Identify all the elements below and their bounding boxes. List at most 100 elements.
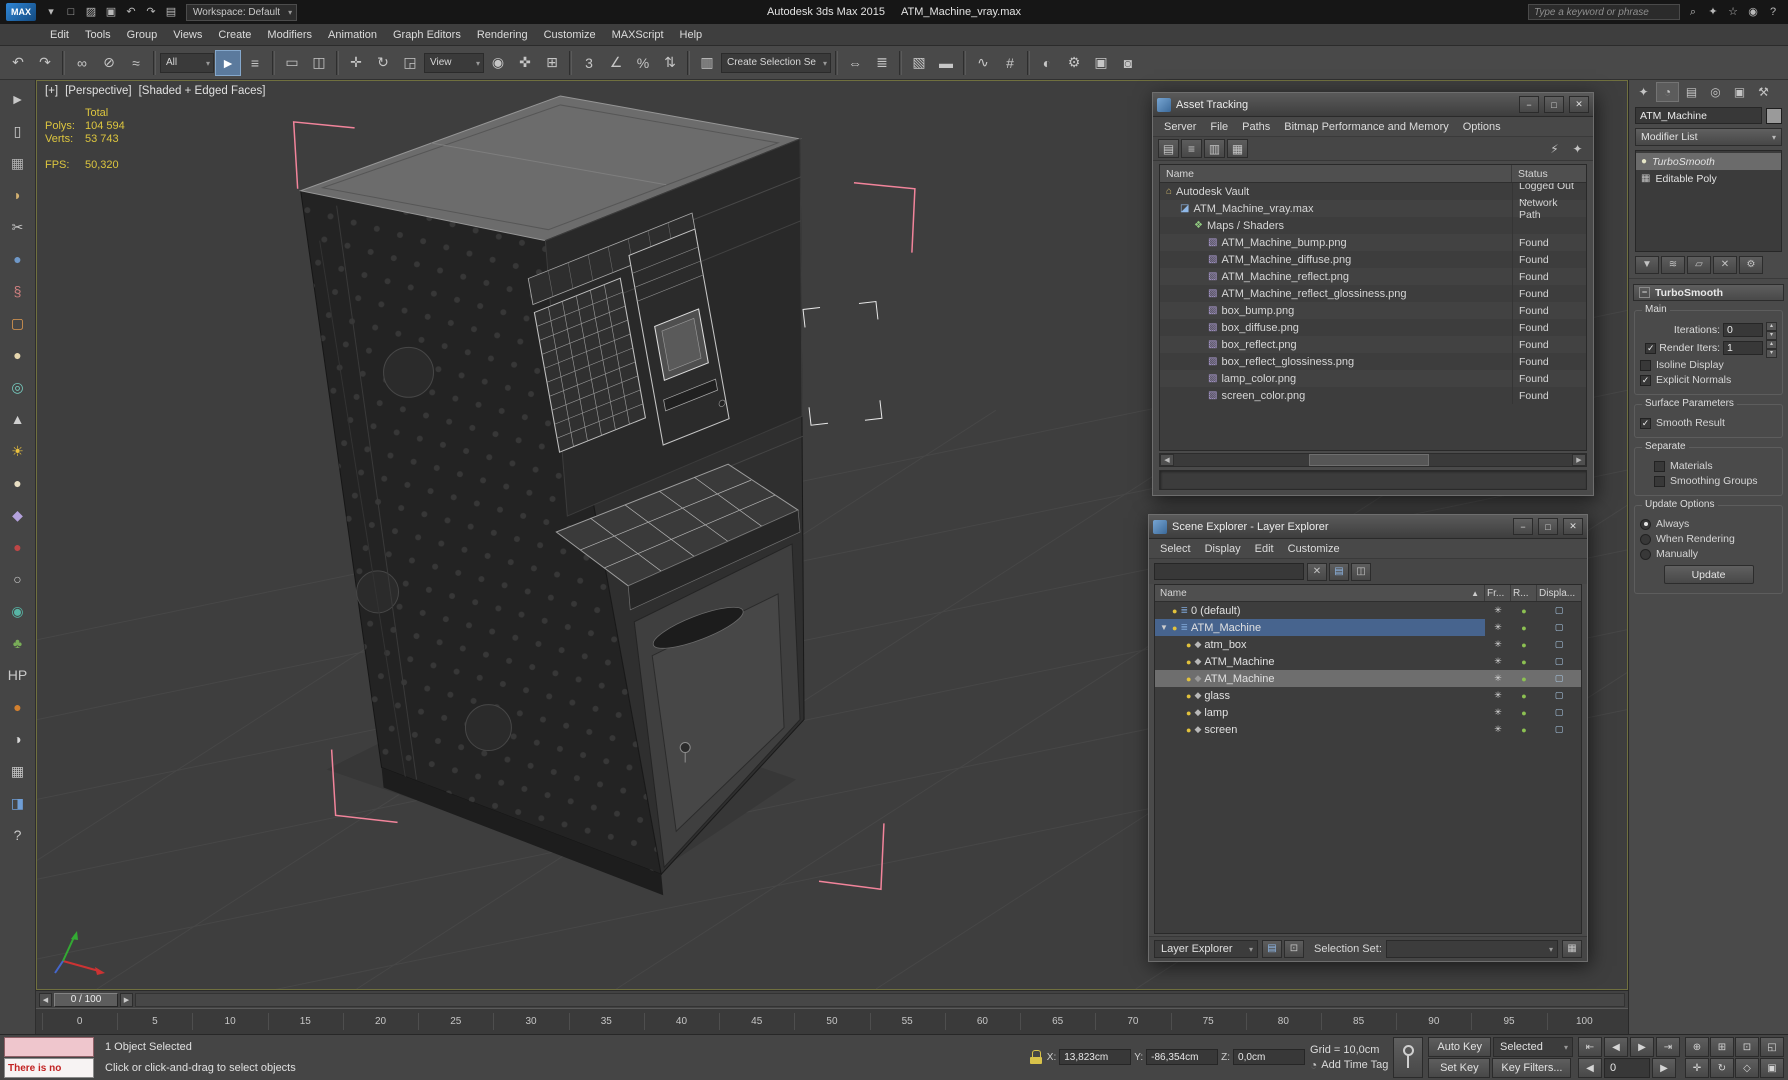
next-frame-arrow[interactable]: ▶ (120, 993, 133, 1007)
lattice-icon[interactable]: ▦ (6, 152, 30, 174)
selection-filter-dropdown[interactable]: All (160, 53, 214, 73)
maxscript-mini-listener[interactable]: There is no (4, 1058, 94, 1078)
menu-item[interactable]: Group (119, 26, 166, 44)
scene-explorer-row[interactable]: ● ◆ screen ✳ ● ▢ (1155, 721, 1581, 738)
zoom-button[interactable]: ⊕ (1685, 1037, 1709, 1057)
dough-icon[interactable]: ◗ (6, 184, 30, 206)
favorites-icon[interactable]: ☆ (1724, 3, 1742, 21)
infocenter-search-input[interactable] (1528, 4, 1680, 20)
zoom-region-button[interactable]: ◱ (1760, 1037, 1784, 1057)
menu-item[interactable]: Animation (320, 26, 385, 44)
new-scene-icon[interactable]: □ (62, 3, 80, 21)
modifier-bulb-icon[interactable]: ● (1641, 157, 1647, 167)
cherry-icon[interactable]: ● (6, 536, 30, 558)
angle-snap-toggle[interactable]: ∠ (603, 50, 629, 76)
lens-icon[interactable]: ○ (6, 568, 30, 590)
save-file-icon[interactable]: ▣ (102, 3, 120, 21)
app-menu-icon[interactable]: ▾ (42, 3, 60, 21)
minimize-button[interactable]: − (1519, 96, 1539, 113)
redo-icon[interactable]: ↷ (142, 3, 160, 21)
menu-item[interactable]: File (1203, 119, 1235, 135)
layers-icon[interactable]: ▤ (1262, 940, 1282, 958)
visibility-bulb-icon[interactable]: ● (1186, 657, 1191, 667)
select-and-link-button[interactable]: ∞ (69, 50, 95, 76)
freeze-toggle[interactable]: ✳ (1485, 673, 1511, 684)
crate-icon[interactable]: ▢ (6, 312, 30, 334)
scene-explorer-row[interactable]: ● ≣ 0 (default) ✳ ● ▢ (1155, 602, 1581, 619)
materials-checkbox[interactable] (1654, 461, 1665, 472)
schematic-view-button[interactable]: # (997, 50, 1023, 76)
scene-explorer-row[interactable]: ▼ ● ≣ ATM_Machine ✳ ● ▢ (1155, 619, 1581, 636)
select-and-manipulate-button[interactable]: ✜ (512, 50, 538, 76)
asset-row[interactable]: ▧ ATM_Machine_reflect.png Found (1160, 268, 1586, 285)
named-selection-sets-dropdown[interactable]: Create Selection Se (721, 53, 831, 73)
asset-row[interactable]: ▧ ATM_Machine_diffuse.png Found (1160, 251, 1586, 268)
asset-row[interactable]: ▧ screen_color.png Found (1160, 387, 1586, 404)
archive-icon[interactable]: ◨ (6, 792, 30, 814)
previous-frame-button[interactable]: ◀ (1604, 1037, 1628, 1057)
asset-row[interactable]: ▧ box_diffuse.png Found (1160, 319, 1586, 336)
renderable-toggle[interactable]: ● (1511, 708, 1537, 718)
max-logo[interactable]: MAX (6, 3, 36, 21)
menu-item[interactable]: Display (1198, 541, 1248, 557)
community-icon[interactable]: ✦ (1704, 3, 1722, 21)
z-coordinate-field[interactable]: 0,0cm (1233, 1049, 1305, 1065)
time-slider-track[interactable] (135, 993, 1625, 1007)
viewport-pov-menu[interactable]: [Perspective] (65, 85, 131, 97)
bind-to-space-warp-button[interactable]: ≈ (123, 50, 149, 76)
stack-row-turbosmooth[interactable]: ● TurboSmooth (1636, 153, 1781, 170)
object-name-field[interactable]: ATM_Machine (1635, 107, 1762, 124)
smooth-result-checkbox[interactable] (1640, 418, 1651, 429)
select-and-scale-button[interactable]: ◲ (397, 50, 423, 76)
modify-tab[interactable]: ◔ (1656, 82, 1679, 102)
minimize-button[interactable]: − (1513, 518, 1533, 535)
earth-icon[interactable]: ● (6, 248, 30, 270)
turbosmooth-rollout-header[interactable]: − TurboSmooth (1633, 284, 1784, 301)
renderable-toggle[interactable]: ● (1511, 640, 1537, 650)
modifier-bulb-icon[interactable]: ▦ (1641, 174, 1650, 184)
swirl-icon[interactable]: ◉ (6, 600, 30, 622)
menu-item[interactable]: Customize (1281, 541, 1347, 557)
sign-in-icon[interactable]: ◉ (1744, 3, 1762, 21)
frozen-column-header[interactable]: Fr... (1485, 585, 1511, 601)
highlight-edits-icon[interactable]: ⚡ (1544, 139, 1565, 158)
zoom-all-button[interactable]: ⊞ (1710, 1037, 1734, 1057)
go-to-start-button[interactable]: ⇤ (1578, 1037, 1602, 1057)
isoline-display-checkbox[interactable] (1640, 360, 1651, 371)
render-iters-field[interactable]: 1 (1723, 341, 1763, 355)
capsule-icon[interactable]: ● (6, 344, 30, 366)
display-toggle[interactable]: ▢ (1537, 690, 1581, 701)
rendered-frame-window-button[interactable]: ▣ (1088, 50, 1114, 76)
renderable-toggle[interactable]: ● (1511, 657, 1537, 667)
maximize-button[interactable]: □ (1544, 96, 1564, 113)
asset-row[interactable]: ▧ ATM_Machine_bump.png Found (1160, 234, 1586, 251)
display-toggle[interactable]: ▢ (1537, 622, 1581, 633)
edit-selection-set-icon[interactable]: ▦ (1562, 940, 1582, 958)
horizontal-scrollbar[interactable]: ◀ ▶ (1159, 453, 1587, 467)
select-and-move-button[interactable]: ✛ (343, 50, 369, 76)
freeze-toggle[interactable]: ✳ (1485, 605, 1511, 616)
time-slider-handle[interactable]: 0 / 100 (54, 993, 118, 1007)
plane-icon[interactable]: ▯ (6, 120, 30, 142)
menu-item[interactable]: Edit (1248, 541, 1281, 557)
menu-item[interactable]: Modifiers (259, 26, 320, 44)
previous-key-button[interactable]: ◀ (1578, 1058, 1602, 1078)
go-to-end-button[interactable]: ⇥ (1656, 1037, 1680, 1057)
selection-set-dropdown[interactable] (1386, 940, 1558, 958)
select-and-rotate-button[interactable]: ↻ (370, 50, 396, 76)
viewport-shading-menu[interactable]: [Shaded + Edged Faces] (139, 85, 266, 97)
iterations-field[interactable]: 0 (1723, 323, 1763, 337)
calendar-icon[interactable]: ▦ (6, 760, 30, 782)
add-time-tag-button[interactable]: ◔ Add Time Tag (1310, 1059, 1388, 1071)
zoom-extents-button[interactable]: ⊡ (1735, 1037, 1759, 1057)
cone-icon[interactable]: ▲ (6, 408, 30, 430)
hierarchy-tab[interactable]: ▤ (1680, 82, 1703, 102)
menu-item[interactable]: Tools (77, 26, 119, 44)
scrollbar-thumb[interactable] (1309, 454, 1428, 466)
update-button[interactable]: Update (1664, 565, 1754, 584)
menu-item[interactable]: MAXScript (604, 26, 672, 44)
object-color-swatch[interactable] (1766, 108, 1782, 124)
asset-row[interactable]: ▧ box_reflect_glossiness.png Found (1160, 353, 1586, 370)
scene-explorer-row[interactable]: ● ◆ glass ✳ ● ▢ (1155, 687, 1581, 704)
unlink-selection-button[interactable]: ⊘ (96, 50, 122, 76)
